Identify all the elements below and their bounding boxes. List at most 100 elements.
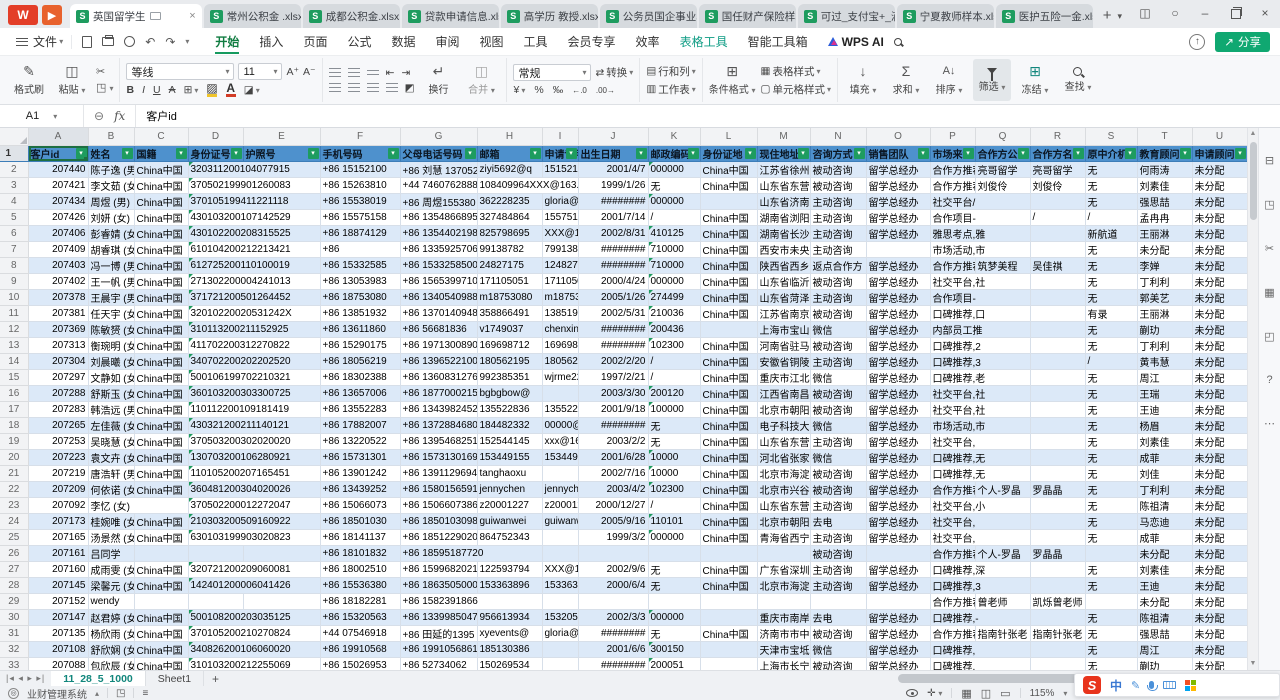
- app-launcher-label[interactable]: 业财管理系统: [27, 686, 87, 700]
- cell[interactable]: [1030, 241, 1085, 257]
- cell[interactable]: 无: [648, 625, 700, 641]
- cell[interactable]: 丁利利: [1137, 481, 1192, 497]
- header-cell[interactable]: 手机号码▾: [320, 145, 400, 161]
- cell[interactable]: ziyi5692@q: [477, 161, 542, 177]
- cell[interactable]: 北京市朝阳: [757, 513, 810, 529]
- header-cell[interactable]: 客户id▾: [28, 145, 88, 161]
- cell[interactable]: 衡琬明 (女: [88, 337, 134, 353]
- cell[interactable]: 主动咨询: [810, 241, 866, 257]
- cell[interactable]: 刘素佳: [1137, 177, 1192, 193]
- cell[interactable]: 207283: [28, 401, 88, 417]
- row-number[interactable]: 1: [0, 145, 28, 161]
- column-header[interactable]: A: [28, 128, 88, 145]
- cell[interactable]: +86 1580156591: [400, 481, 477, 497]
- cell[interactable]: 200051: [648, 657, 700, 670]
- cell[interactable]: 胡睿琪 (女: [88, 241, 134, 257]
- cell[interactable]: ########: [578, 657, 648, 670]
- menu-tab-视图[interactable]: 视图: [470, 28, 514, 55]
- align-left-icon[interactable]: [329, 83, 341, 92]
- cell[interactable]: 135522836: [477, 401, 542, 417]
- cell[interactable]: 630103199903020823: [188, 529, 320, 545]
- cell[interactable]: [243, 545, 320, 561]
- cell[interactable]: 未分配: [1192, 225, 1247, 241]
- convert-button[interactable]: ⇄ 转换 ▾: [595, 65, 633, 80]
- cell[interactable]: [866, 593, 930, 609]
- cell[interactable]: China中国: [700, 257, 757, 273]
- column-header[interactable]: M: [757, 128, 810, 145]
- cell[interactable]: 430102200208315525: [188, 225, 320, 241]
- cell[interactable]: 169698712: [477, 337, 542, 353]
- header-cell[interactable]: 销售团队▾: [866, 145, 930, 161]
- cell[interactable]: 207304: [28, 353, 88, 369]
- cell[interactable]: 200436: [648, 321, 700, 337]
- cell[interactable]: 被动咨询: [810, 273, 866, 289]
- cell[interactable]: +86 17882007: [320, 417, 400, 433]
- cell[interactable]: z2000122: [542, 497, 578, 513]
- cell[interactable]: 430321200211140121: [188, 417, 320, 433]
- cell[interactable]: 207165: [28, 529, 88, 545]
- cell[interactable]: 无: [648, 417, 700, 433]
- cell[interactable]: 000000: [648, 193, 700, 209]
- column-header[interactable]: J: [578, 128, 648, 145]
- toolbox-grid-icon[interactable]: [1185, 680, 1190, 685]
- cell[interactable]: 无: [1085, 625, 1137, 641]
- cell[interactable]: /: [1030, 209, 1085, 225]
- print-icon[interactable]: [102, 37, 114, 46]
- menu-tab-效率[interactable]: 效率: [626, 28, 670, 55]
- home-icon[interactable]: ▶: [42, 5, 62, 25]
- cell[interactable]: 留学总经办: [866, 465, 930, 481]
- row-number[interactable]: 5: [0, 209, 28, 225]
- column-header[interactable]: E: [243, 128, 320, 145]
- cell[interactable]: 舒斯玉 (女: [88, 385, 134, 401]
- row-number[interactable]: 19: [0, 433, 28, 449]
- microphone-icon[interactable]: [1149, 681, 1154, 689]
- formula-input[interactable]: 客户id: [136, 108, 177, 124]
- menu-tab-开始[interactable]: 开始: [205, 28, 249, 55]
- cell[interactable]: ########: [578, 417, 648, 433]
- cell[interactable]: 2002/3/3: [578, 609, 648, 625]
- cell[interactable]: +86 田延的1395: [400, 625, 477, 641]
- cell[interactable]: 310103200212255069: [188, 657, 320, 670]
- column-header[interactable]: B: [88, 128, 134, 145]
- column-header[interactable]: H: [477, 128, 542, 145]
- cell[interactable]: 被动咨询: [810, 177, 866, 193]
- cell[interactable]: +86 18002510: [320, 561, 400, 577]
- cell[interactable]: +86 15536380: [320, 577, 400, 593]
- cell[interactable]: xyevents@: [477, 625, 542, 641]
- worksheet-button[interactable]: ▥ 工作表 ▾: [646, 82, 695, 97]
- italic-button[interactable]: I: [142, 84, 145, 96]
- cell[interactable]: 2002/5/31: [578, 305, 648, 321]
- cell[interactable]: +86 13548668955: [400, 209, 477, 225]
- cell[interactable]: 300150: [648, 641, 700, 657]
- cell[interactable]: China中国: [700, 433, 757, 449]
- header-cell[interactable]: 国籍▾: [134, 145, 188, 161]
- cell[interactable]: 207313: [28, 337, 88, 353]
- fx-icon[interactable]: fx: [114, 109, 125, 123]
- cell[interactable]: 未分配: [1192, 657, 1247, 670]
- filter-button[interactable]: 筛选 ▾: [973, 59, 1011, 101]
- cell[interactable]: 留学总经办: [866, 433, 930, 449]
- sogou-logo-icon[interactable]: S: [1083, 676, 1101, 694]
- scroll-thumb[interactable]: [1250, 142, 1257, 220]
- cell[interactable]: +86 1599682021: [400, 561, 477, 577]
- align-top-icon[interactable]: [329, 68, 341, 77]
- cell[interactable]: 1997/2/21: [578, 369, 648, 385]
- cell[interactable]: [700, 545, 757, 561]
- cell[interactable]: 153363896: [542, 577, 578, 593]
- cell[interactable]: +86 15538019: [320, 193, 400, 209]
- cell[interactable]: 合作方推荐: [930, 161, 975, 177]
- cell[interactable]: 150269534: [477, 657, 542, 670]
- cell[interactable]: 207297: [28, 369, 88, 385]
- cell[interactable]: +86 18595187720: [400, 545, 542, 561]
- cell[interactable]: 无: [1085, 321, 1137, 337]
- cell[interactable]: China中国: [134, 417, 188, 433]
- cell[interactable]: /: [648, 497, 700, 513]
- cell[interactable]: 北京市兴谷: [757, 481, 810, 497]
- cell[interactable]: 207434: [28, 193, 88, 209]
- layout-mode-icon[interactable]: ◫: [1130, 0, 1160, 26]
- cell[interactable]: 留学总经办: [866, 401, 930, 417]
- cut-icon[interactable]: ✂: [96, 66, 113, 78]
- cell[interactable]: 口碑推荐,3: [930, 353, 1030, 369]
- sum-button[interactable]: Σ 求和 ▾: [887, 59, 925, 101]
- vertical-scrollbar[interactable]: ▲ ▼: [1247, 128, 1258, 670]
